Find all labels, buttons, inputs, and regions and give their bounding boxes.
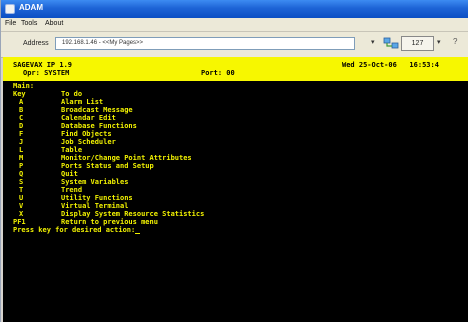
menu-option-key[interactable]: L <box>19 146 23 154</box>
prompt-text: Press key for desired action: <box>13 226 136 234</box>
menu-option-label[interactable]: Return to previous menu <box>61 218 158 226</box>
menu-tools[interactable]: Tools <box>21 20 37 27</box>
text-cursor <box>135 233 141 234</box>
port-label: Port: 00 <box>201 69 235 77</box>
menu-option-key[interactable]: M <box>19 154 23 162</box>
menu-option-key[interactable]: P <box>19 162 23 170</box>
menu-option-label[interactable]: Broadcast Message <box>61 106 133 114</box>
menu-bar: File Tools About <box>1 18 468 32</box>
menu-option-key[interactable]: T <box>19 186 23 194</box>
menu-option-label[interactable]: Calendar Edit <box>61 114 116 122</box>
menu-option-key[interactable]: Q <box>19 170 23 178</box>
app-icon <box>5 4 15 14</box>
menu-option-label[interactable]: Alarm List <box>61 98 103 106</box>
address-input[interactable]: 192.168.1.46 - <<My Pages>> <box>55 37 355 50</box>
menu-option-label[interactable]: Trend <box>61 186 82 194</box>
help-icon[interactable]: ? <box>453 37 457 46</box>
todo-column-header: To do <box>61 90 83 98</box>
menu-option-key[interactable]: X <box>19 210 23 218</box>
menu-option-label[interactable]: Utility Functions <box>61 194 133 202</box>
title-bar[interactable]: ADAM <box>1 0 468 18</box>
menu-option-key[interactable]: PF1 <box>13 218 26 226</box>
network-icon[interactable] <box>383 36 399 51</box>
key-column-header: Key <box>13 90 26 98</box>
menu-about[interactable]: About <box>45 20 63 27</box>
status-bar: SAGEVAX IP 1.9 Wed 25-Oct-06 16:53:4 Opr… <box>3 57 468 81</box>
menu-option-key[interactable]: J <box>19 138 23 146</box>
menu-title: Main: <box>13 82 35 90</box>
terminal-screen[interactable]: SAGEVAX IP 1.9 Wed 25-Oct-06 16:53:4 Opr… <box>3 57 468 322</box>
command-prompt[interactable]: Press key for desired action: <box>13 226 141 234</box>
menu-option-key[interactable]: D <box>19 122 23 130</box>
menu-option-key[interactable]: U <box>19 194 23 202</box>
window-title: ADAM <box>19 3 43 12</box>
app-window: ADAM File Tools About Address 192.168.1.… <box>0 0 468 322</box>
menu-option-key[interactable]: V <box>19 202 23 210</box>
toolbar-button[interactable]: 127 <box>401 36 434 51</box>
menu-option-key[interactable]: F <box>19 130 23 138</box>
menu-option-label[interactable]: System Variables <box>61 178 128 186</box>
date-time: Wed 25-Oct-06 16:53:4 <box>342 61 439 69</box>
menu-option-label[interactable]: Database Functions <box>61 122 137 130</box>
menu-option-label[interactable]: Ports Status and Setup <box>61 162 154 170</box>
address-bar: Address 192.168.1.46 - <<My Pages>> ▾ 12… <box>1 32 468 58</box>
menu-option-key[interactable]: B <box>19 106 23 114</box>
menu-option-label[interactable]: Monitor/Change Point Attributes <box>61 154 192 162</box>
menu-option-label[interactable]: Job Scheduler <box>61 138 116 146</box>
menu-option-key[interactable]: A <box>19 98 23 106</box>
dropdown-arrow-icon[interactable]: ▾ <box>371 38 380 49</box>
menu-file[interactable]: File <box>5 20 16 27</box>
menu-option-label[interactable]: Display System Resource Statistics <box>61 210 204 218</box>
chevron-down-icon[interactable]: ▾ <box>437 38 441 46</box>
menu-option-key[interactable]: C <box>19 114 23 122</box>
operator-label: Opr: SYSTEM <box>23 69 70 77</box>
menu-option-label[interactable]: Virtual Terminal <box>61 202 128 210</box>
menu-option-label[interactable]: Quit <box>61 170 78 178</box>
menu-option-label[interactable]: Table <box>61 146 82 154</box>
menu-option-key[interactable]: S <box>19 178 23 186</box>
menu-option-label[interactable]: Find Objects <box>61 130 112 138</box>
system-version: SAGEVAX IP 1.9 <box>13 61 73 69</box>
address-label: Address <box>23 40 49 47</box>
